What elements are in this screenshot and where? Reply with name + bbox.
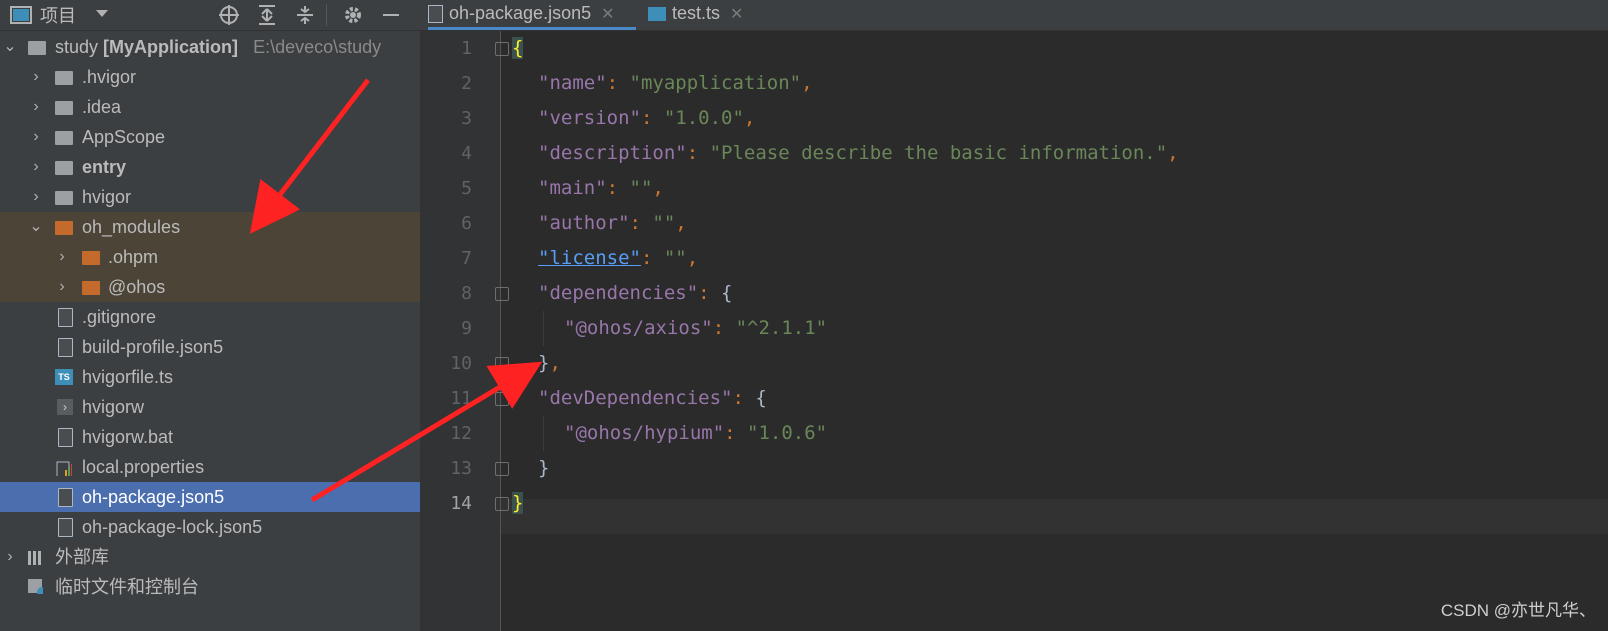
annotation-arrow	[249, 78, 370, 234]
annotation-arrow	[310, 361, 543, 503]
annotation-arrows	[249, 78, 543, 503]
watermark: CSDN @亦世凡华、	[1440, 601, 1596, 620]
